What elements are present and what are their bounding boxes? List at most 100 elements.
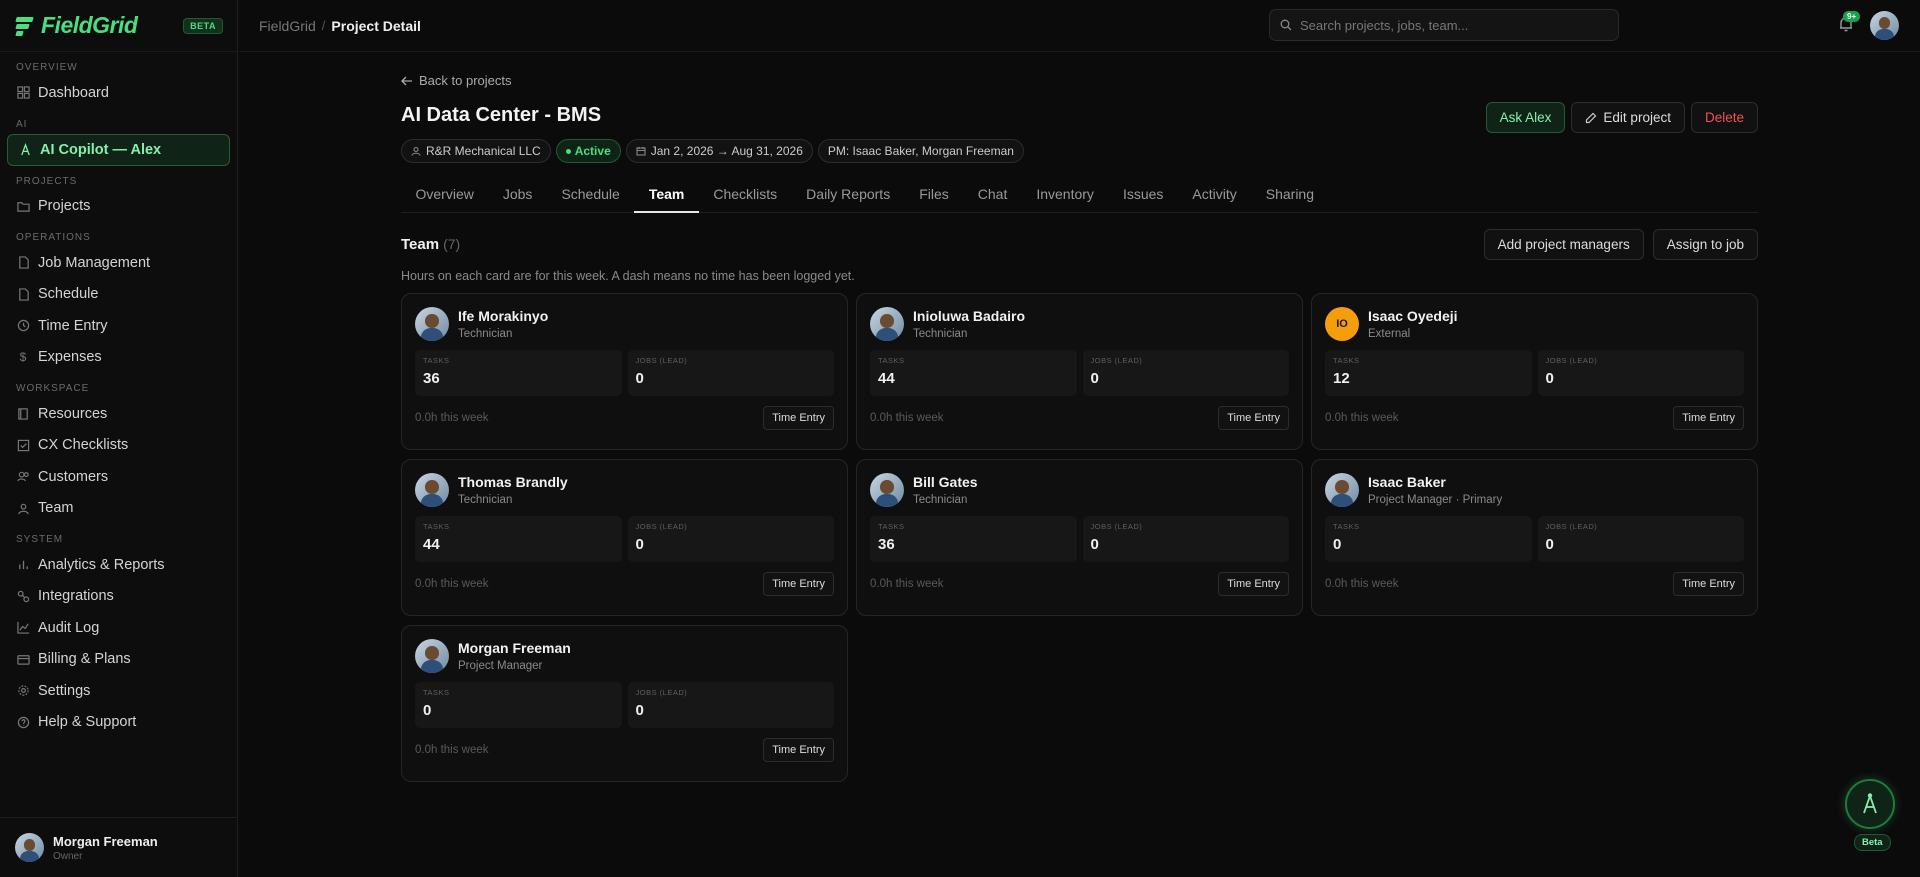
jobs-lead-label: JOBS (LEAD)	[635, 522, 688, 531]
compass-icon	[1863, 793, 1877, 814]
tab-files[interactable]: Files	[905, 175, 964, 212]
sidebar-item-cx-checklists[interactable]: CX Checklists	[0, 430, 237, 462]
tab-sharing[interactable]: Sharing	[1251, 175, 1328, 212]
current-user[interactable]: Morgan Freeman Owner	[0, 817, 237, 877]
sidebar-item-job-management[interactable]: Job Management	[0, 247, 237, 279]
member-footer: 0.0h this week Time Entry	[870, 406, 1289, 430]
time-entry-button[interactable]: Time Entry	[1673, 572, 1744, 596]
tab-issues[interactable]: Issues	[1108, 175, 1177, 212]
tasks-label: TASKS	[423, 522, 450, 531]
sidebar-item-audit-log[interactable]: Audit Log	[0, 612, 237, 644]
sidebar-item-label: Customers	[38, 468, 109, 485]
tab-schedule[interactable]: Schedule	[547, 175, 634, 212]
sidebar-item-integrations[interactable]: Integrations	[0, 581, 237, 613]
checklist-icon	[16, 438, 30, 452]
time-entry-button[interactable]: Time Entry	[1218, 572, 1289, 596]
tasks-stat: TASKS 36	[870, 516, 1077, 562]
member-name: Isaac Oyedeji	[1368, 308, 1458, 324]
sidebar-item-help[interactable]: Help & Support	[0, 707, 237, 739]
profile-avatar[interactable]	[1870, 11, 1899, 40]
status-dot-icon	[565, 148, 571, 154]
user-role: Owner	[53, 850, 83, 862]
sidebar-item-copilot[interactable]: AI Copilot — Alex	[7, 133, 230, 166]
breadcrumb-root[interactable]: FieldGrid	[259, 18, 316, 34]
member-header: Inioluwa Badairo Technician	[870, 307, 1289, 341]
tasks-stat: TASKS 0	[415, 682, 622, 728]
tab-inventory[interactable]: Inventory	[1022, 175, 1109, 212]
team-member-card[interactable]: Isaac Baker Project Manager · Primary TA…	[1311, 459, 1758, 616]
breadcrumb-current: Project Detail	[331, 17, 421, 34]
time-entry-button[interactable]: Time Entry	[1673, 406, 1744, 430]
tab-daily-reports[interactable]: Daily Reports	[792, 175, 905, 212]
member-stats: TASKS 44 JOBS (LEAD) 0	[870, 350, 1289, 396]
tab-activity[interactable]: Activity	[1178, 175, 1251, 212]
sidebar-item-label: Dashboard	[38, 84, 109, 101]
edit-project-label: Edit project	[1603, 110, 1671, 125]
clock-icon	[16, 319, 30, 333]
grid-icon	[16, 86, 30, 100]
user-icon	[16, 501, 30, 515]
users-icon	[16, 470, 30, 484]
tab-team[interactable]: Team	[634, 175, 699, 213]
time-entry-button[interactable]: Time Entry	[763, 572, 834, 596]
time-entry-button[interactable]: Time Entry	[763, 406, 834, 430]
sidebar-item-expenses[interactable]: $ Expenses	[0, 342, 237, 374]
hours-this-week: 0.0h this week	[870, 412, 944, 424]
team-member-card[interactable]: Bill Gates Technician TASKS 36 JOBS (LEA…	[856, 459, 1303, 616]
tasks-value: 44	[423, 536, 440, 553]
sidebar-item-analytics[interactable]: Analytics & Reports	[0, 549, 237, 581]
app-name[interactable]: FieldGrid	[41, 12, 138, 39]
sidebar-item-customers[interactable]: Customers	[0, 461, 237, 493]
time-entry-button[interactable]: Time Entry	[763, 738, 834, 762]
sidebar-item-billing[interactable]: Billing & Plans	[0, 644, 237, 676]
tab-jobs[interactable]: Jobs	[488, 175, 547, 212]
sidebar-item-label: Settings	[38, 682, 91, 699]
jobs-lead-stat: JOBS (LEAD) 0	[627, 516, 834, 562]
ask-alex-button[interactable]: Ask Alex	[1485, 102, 1566, 133]
jobs-lead-label: JOBS (LEAD)	[635, 688, 688, 697]
sidebar-item-label: Resources	[38, 405, 108, 422]
team-member-card[interactable]: Thomas Brandly Technician TASKS 44 JOBS …	[401, 459, 848, 616]
logo-row: FieldGrid BETA	[0, 0, 237, 52]
jobs-lead-value: 0	[1090, 370, 1099, 387]
pencil-icon	[1586, 112, 1597, 123]
project-actions: Ask Alex Edit project Delete	[1485, 102, 1758, 133]
tab-overview[interactable]: Overview	[401, 175, 488, 212]
add-project-managers-button[interactable]: Add project managers	[1483, 229, 1644, 260]
team-actions: Add project managers Assign to job	[1483, 229, 1758, 260]
jobs-lead-label: JOBS (LEAD)	[1545, 356, 1598, 365]
tasks-value: 36	[878, 536, 895, 553]
search-placeholder: Search projects, jobs, team...	[1300, 17, 1469, 33]
assign-to-job-button[interactable]: Assign to job	[1652, 229, 1758, 260]
delete-button[interactable]: Delete	[1690, 102, 1758, 133]
sidebar-item-projects[interactable]: Projects	[0, 191, 237, 223]
member-role: Technician	[913, 328, 968, 340]
project-detail: Back to projects AI Data Center - BMS As…	[401, 52, 1758, 782]
time-entry-button[interactable]: Time Entry	[1218, 406, 1289, 430]
tab-chat[interactable]: Chat	[963, 175, 1022, 212]
sidebar-item-dashboard[interactable]: Dashboard	[0, 77, 237, 109]
tasks-label: TASKS	[878, 356, 905, 365]
sidebar-item-settings[interactable]: Settings	[0, 675, 237, 707]
back-link[interactable]: Back to projects	[401, 73, 1758, 88]
copilot-fab[interactable]	[1845, 779, 1895, 829]
sidebar-item-resources[interactable]: Resources	[0, 398, 237, 430]
sidebar-item-label: Time Entry	[38, 317, 108, 334]
pm-chip: PM: Isaac Baker, Morgan Freeman	[817, 139, 1024, 163]
search-input[interactable]: Search projects, jobs, team...	[1269, 9, 1619, 41]
sidebar-item-label: Projects	[38, 198, 91, 215]
team-member-card[interactable]: IO Isaac Oyedeji External TASKS 12 JOBS …	[1311, 293, 1758, 450]
member-footer: 0.0h this week Time Entry	[1325, 572, 1744, 596]
tab-checklists[interactable]: Checklists	[699, 175, 792, 212]
company-chip: R&R Mechanical LLC	[401, 139, 551, 163]
sidebar-item-team[interactable]: Team	[0, 493, 237, 525]
sidebar-item-time-entry[interactable]: Time Entry	[0, 310, 237, 342]
member-header: IO Isaac Oyedeji External	[1325, 307, 1744, 341]
sidebar-item-schedule[interactable]: Schedule	[0, 279, 237, 311]
member-name: Morgan Freeman	[458, 640, 571, 656]
member-stats: TASKS 44 JOBS (LEAD) 0	[415, 516, 834, 562]
edit-project-button[interactable]: Edit project	[1571, 102, 1685, 133]
team-member-card[interactable]: Inioluwa Badairo Technician TASKS 44 JOB…	[856, 293, 1303, 450]
team-member-card[interactable]: Morgan Freeman Project Manager TASKS 0 J…	[401, 625, 848, 782]
team-member-card[interactable]: Ife Morakinyo Technician TASKS 36 JOBS (…	[401, 293, 848, 450]
